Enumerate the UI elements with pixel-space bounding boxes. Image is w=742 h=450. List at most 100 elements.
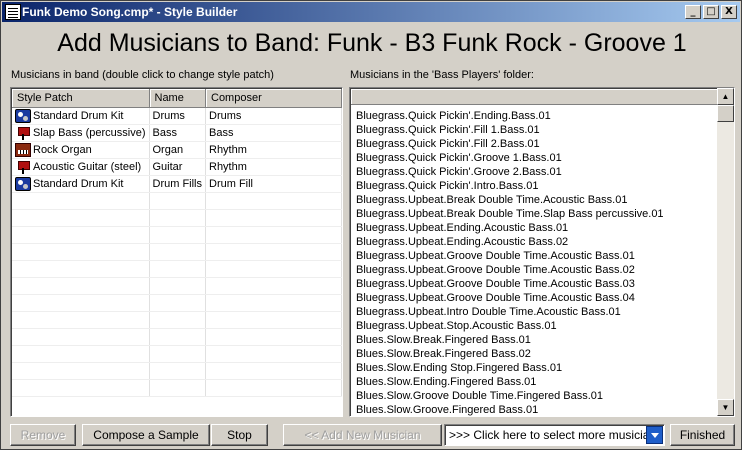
list-item[interactable]: Bluegrass.Quick Pickin'.Groove 1.Bass.01 <box>356 151 717 165</box>
column-header-composer[interactable]: Composer <box>205 89 342 108</box>
list-item[interactable]: Bluegrass.Quick Pickin'.Intro.Bass.01 <box>356 179 717 193</box>
select-musicians-dropdown[interactable]: >>> Click here to select more musicians <box>444 424 665 446</box>
vertical-scrollbar[interactable]: ▲ ▼ <box>717 88 734 416</box>
empty-cell[interactable] <box>12 192 150 210</box>
style-patch-cell[interactable]: Rock Organ <box>12 141 150 159</box>
empty-cell[interactable] <box>205 362 342 380</box>
table-row[interactable]: Standard Drum Kit Drums Drums <box>12 107 342 125</box>
list-item[interactable]: Blues.Slow.Ending Stop.Fingered Bass.01 <box>356 361 717 375</box>
list-item[interactable]: Blues.Slow.Groove Double Time.Fingered B… <box>356 389 717 403</box>
close-button[interactable]: X <box>721 5 737 19</box>
list-item[interactable]: Bluegrass.Upbeat.Ending.Acoustic Bass.01 <box>356 221 717 235</box>
list-item[interactable]: Bluegrass.Quick Pickin'.Fill 1.Bass.01 <box>356 123 717 137</box>
empty-table-row[interactable] <box>12 311 342 329</box>
remove-button[interactable]: Remove <box>10 424 76 446</box>
minimize-button[interactable]: _ <box>685 5 701 19</box>
empty-cell[interactable] <box>149 260 206 278</box>
scroll-up-arrow-icon[interactable]: ▲ <box>717 88 734 105</box>
empty-cell[interactable] <box>149 362 206 380</box>
composer-cell[interactable]: Rhythm <box>205 141 342 159</box>
empty-cell[interactable] <box>205 192 342 210</box>
name-cell[interactable]: Drum Fills <box>149 175 206 193</box>
empty-cell[interactable] <box>205 243 342 261</box>
empty-cell[interactable] <box>12 226 150 244</box>
list-item[interactable]: Bluegrass.Upbeat.Groove Double Time.Acou… <box>356 249 717 263</box>
empty-table-row[interactable] <box>12 379 342 397</box>
empty-table-row[interactable] <box>12 260 342 278</box>
empty-table-row[interactable] <box>12 328 342 346</box>
list-item[interactable]: Blues.Slow.Ending.Fingered Bass.01 <box>356 375 717 389</box>
list-item[interactable]: Blues.Slow.Break.Fingered Bass.02 <box>356 347 717 361</box>
empty-cell[interactable] <box>12 277 150 295</box>
empty-cell[interactable] <box>205 260 342 278</box>
list-item[interactable]: Bluegrass.Quick Pickin'.Ending.Bass.01 <box>356 109 717 123</box>
empty-cell[interactable] <box>12 209 150 227</box>
table-row[interactable]: Rock Organ Organ Rhythm <box>12 141 342 159</box>
empty-cell[interactable] <box>12 243 150 261</box>
empty-cell[interactable] <box>205 311 342 329</box>
empty-cell[interactable] <box>149 277 206 295</box>
table-row[interactable]: Slap Bass (percussive) Bass Bass <box>12 124 342 142</box>
empty-cell[interactable] <box>149 226 206 244</box>
empty-table-row[interactable] <box>12 192 342 210</box>
list-item[interactable]: Bluegrass.Upbeat.Groove Double Time.Acou… <box>356 263 717 277</box>
table-row[interactable]: Standard Drum Kit Drum Fills Drum Fill <box>12 175 342 193</box>
empty-cell[interactable] <box>12 260 150 278</box>
band-musicians-table[interactable]: Style Patch Name Composer Standard Drum … <box>10 87 343 417</box>
composer-cell[interactable]: Rhythm <box>205 158 342 176</box>
list-item[interactable]: Bluegrass.Upbeat.Ending.Acoustic Bass.02 <box>356 235 717 249</box>
empty-table-row[interactable] <box>12 209 342 227</box>
list-item[interactable]: Bluegrass.Upbeat.Groove Double Time.Acou… <box>356 291 717 305</box>
empty-cell[interactable] <box>149 311 206 329</box>
empty-cell[interactable] <box>149 328 206 346</box>
column-header-name[interactable]: Name <box>149 89 206 108</box>
empty-cell[interactable] <box>149 192 206 210</box>
scroll-thumb[interactable] <box>717 105 734 122</box>
add-new-musician-button[interactable]: << Add New Musician <box>283 424 442 446</box>
empty-cell[interactable] <box>205 226 342 244</box>
name-cell[interactable]: Guitar <box>149 158 206 176</box>
list-item[interactable]: Bluegrass.Upbeat.Groove Double Time.Acou… <box>356 277 717 291</box>
maximize-button[interactable]: □ <box>703 5 719 19</box>
composer-cell[interactable]: Drums <box>205 107 342 125</box>
empty-cell[interactable] <box>149 294 206 312</box>
empty-cell[interactable] <box>12 294 150 312</box>
table-row[interactable]: Acoustic Guitar (steel) Guitar Rhythm <box>12 158 342 176</box>
stop-button[interactable]: Stop <box>211 424 268 446</box>
finished-button[interactable]: Finished <box>670 424 735 446</box>
name-cell[interactable]: Drums <box>149 107 206 125</box>
folder-musicians-list[interactable]: Bluegrass.Quick Pickin'.Ending.Bass.01 Bl… <box>349 87 735 417</box>
list-item[interactable]: Blues.Slow.Break.Fingered Bass.01 <box>356 333 717 347</box>
composer-cell[interactable]: Drum Fill <box>205 175 342 193</box>
list-item[interactable]: Bluegrass.Upbeat.Break Double Time.Acous… <box>356 193 717 207</box>
title-bar[interactable]: Funk Demo Song.cmp* - Style Builder _ □ … <box>2 2 740 22</box>
empty-cell[interactable] <box>205 328 342 346</box>
empty-cell[interactable] <box>205 345 342 363</box>
empty-table-row[interactable] <box>12 345 342 363</box>
empty-table-row[interactable] <box>12 243 342 261</box>
composer-cell[interactable]: Bass <box>205 124 342 142</box>
list-item[interactable]: Bluegrass.Upbeat.Break Double Time.Slap … <box>356 207 717 221</box>
empty-table-row[interactable] <box>12 226 342 244</box>
empty-cell[interactable] <box>12 362 150 380</box>
name-cell[interactable]: Organ <box>149 141 206 159</box>
style-patch-cell[interactable]: Standard Drum Kit <box>12 107 150 125</box>
name-cell[interactable]: Bass <box>149 124 206 142</box>
empty-cell[interactable] <box>12 328 150 346</box>
column-header-style-patch[interactable]: Style Patch <box>12 89 150 108</box>
empty-cell[interactable] <box>205 294 342 312</box>
scroll-down-arrow-icon[interactable]: ▼ <box>717 399 734 416</box>
compose-sample-button[interactable]: Compose a Sample <box>82 424 210 446</box>
empty-cell[interactable] <box>149 243 206 261</box>
dropdown-arrow-icon[interactable] <box>646 426 663 444</box>
empty-cell[interactable] <box>149 379 206 397</box>
empty-cell[interactable] <box>205 379 342 397</box>
empty-table-row[interactable] <box>12 277 342 295</box>
empty-cell[interactable] <box>205 277 342 295</box>
style-patch-cell[interactable]: Slap Bass (percussive) <box>12 124 150 142</box>
empty-cell[interactable] <box>12 311 150 329</box>
empty-cell[interactable] <box>12 345 150 363</box>
style-patch-cell[interactable]: Acoustic Guitar (steel) <box>12 158 150 176</box>
style-patch-cell[interactable]: Standard Drum Kit <box>12 175 150 193</box>
empty-table-row[interactable] <box>12 362 342 380</box>
